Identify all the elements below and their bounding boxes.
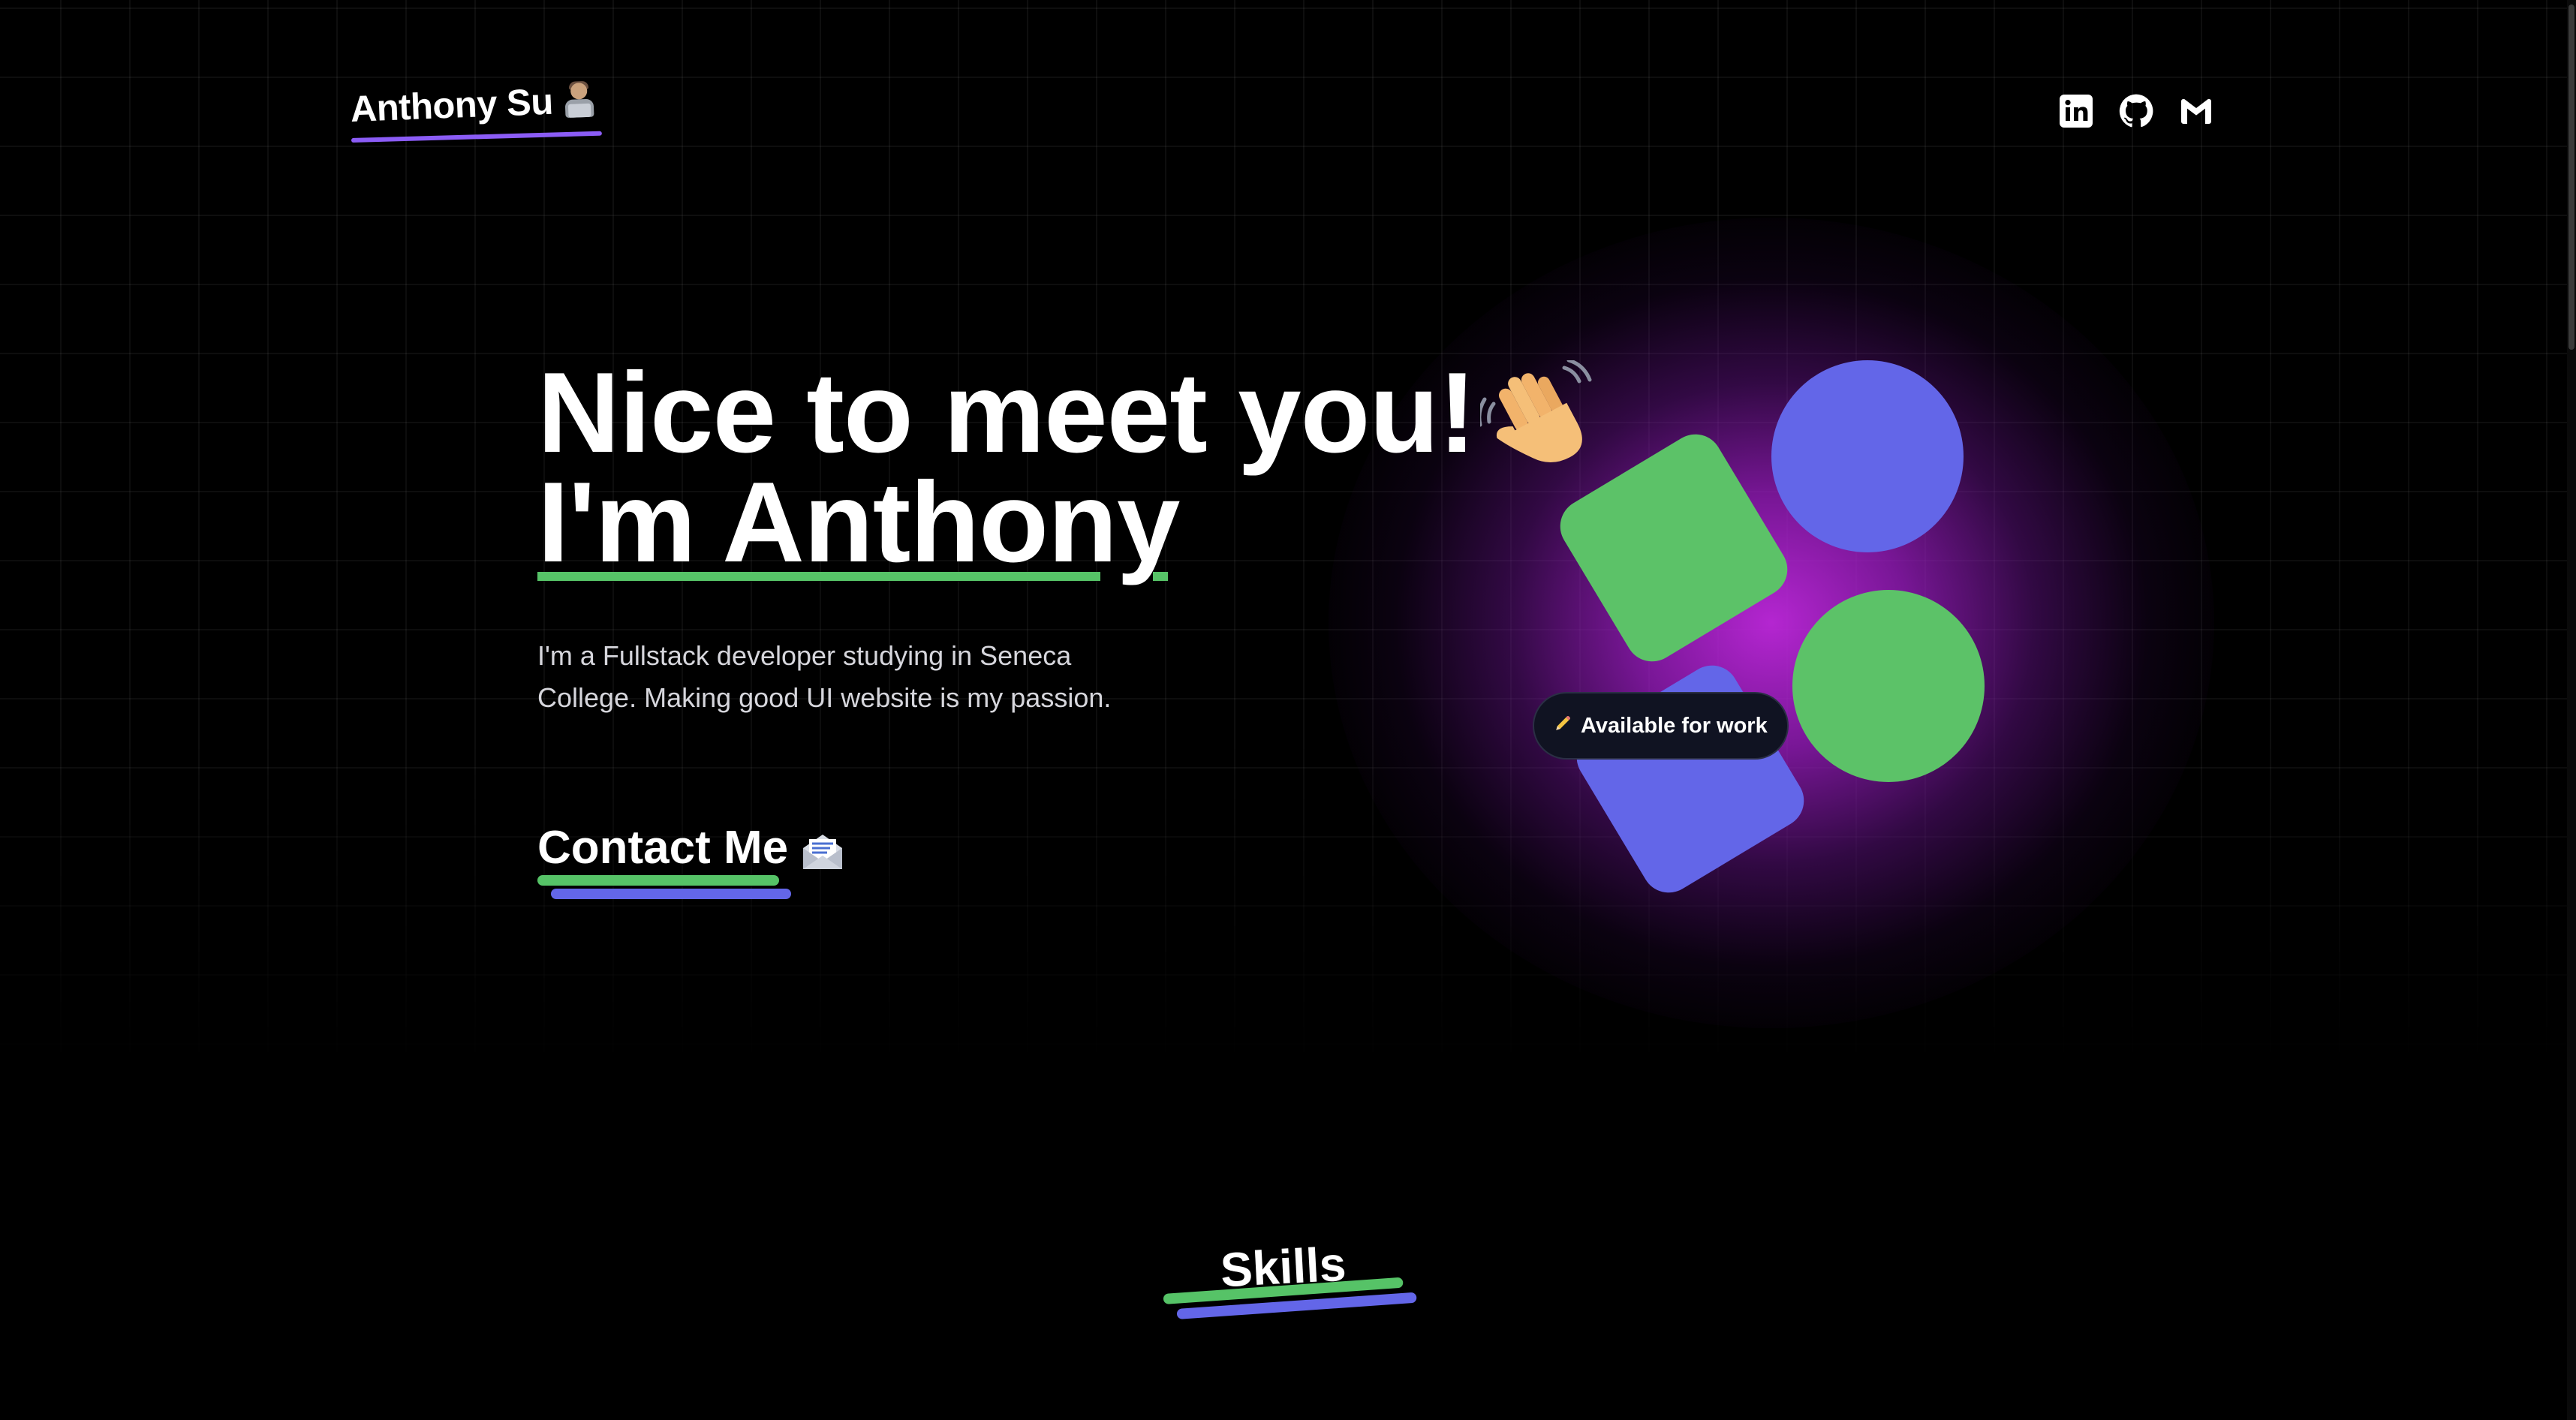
name-underline-tail <box>1153 572 1168 581</box>
hero-name: I'm Anthony <box>537 459 1180 586</box>
contact-me-link[interactable]: Contact Me <box>537 818 845 878</box>
contact-underline-blue <box>551 889 791 899</box>
availability-badge: Available for work <box>1533 692 1789 760</box>
green-circle-shape <box>1792 590 1985 782</box>
hero-description: I'm a Fullstack developer studying in Se… <box>537 640 1112 713</box>
scrollbar[interactable] <box>2567 0 2576 1420</box>
blue-circle-shape <box>1771 360 1964 552</box>
gmail-icon[interactable] <box>2178 93 2214 129</box>
github-icon[interactable] <box>2118 93 2154 129</box>
technologist-emoji-icon <box>561 80 597 121</box>
contact-underline-green <box>537 875 779 886</box>
purple-glow <box>1329 218 2214 1028</box>
badge-text: Available for work <box>1581 713 1768 738</box>
linkedin-icon[interactable] <box>2058 93 2094 129</box>
envelope-icon <box>800 827 845 869</box>
pencil-icon <box>1554 713 1573 739</box>
name-underline <box>537 572 1100 581</box>
contact-label: Contact Me <box>537 822 789 874</box>
page: Anthony Su Available for work Nice to me… <box>0 0 2576 1420</box>
scrollbar-thumb[interactable] <box>2568 5 2574 350</box>
logo-text: Anthony Su <box>349 81 554 131</box>
waving-hand-icon <box>1477 358 1600 473</box>
hero-greeting: Nice to meet you! <box>537 349 1476 477</box>
